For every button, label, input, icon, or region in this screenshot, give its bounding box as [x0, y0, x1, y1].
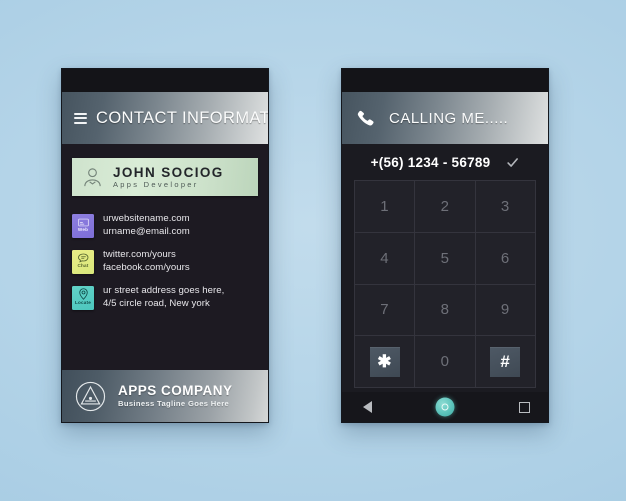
key-hash[interactable]: #	[475, 336, 535, 387]
key-label: 9	[500, 301, 510, 319]
locate-icon-caption: Locate	[74, 300, 91, 306]
dialed-number: +(56) 1234 - 56789	[370, 154, 491, 170]
home-circle-icon[interactable]	[435, 397, 455, 417]
key-1[interactable]: 1	[355, 181, 415, 232]
contact-line: 4/5 circle road, New york	[103, 297, 210, 309]
contact-line: facebook.com/yours	[103, 261, 190, 273]
hamburger-icon[interactable]	[74, 112, 87, 124]
key-0[interactable]: 0	[415, 336, 475, 387]
wallpaper: CONTACT INFORMATION JOHN SOCIOG Apps Dev…	[0, 0, 626, 501]
contact-role: Apps Developer	[113, 179, 199, 189]
apps-company-logo-icon	[74, 380, 107, 413]
number-display-bar: +(56) 1234 - 56789	[342, 144, 548, 180]
android-navigation-bar	[342, 392, 548, 422]
contact-name: JOHN SOCIOG	[113, 165, 224, 180]
dial-keypad: 1 2 3 4 5 6 7 8 9 ✱ 0 #	[354, 180, 536, 388]
app-footer: APPS COMPANY Business Tagline Goes Here	[62, 370, 268, 422]
call-header: CALLING ME.....	[342, 92, 548, 144]
person-avatar-icon	[81, 166, 104, 189]
key-2[interactable]: 2	[415, 181, 475, 232]
back-triangle-icon[interactable]	[360, 400, 374, 414]
web-icon-caption: Web	[77, 226, 89, 232]
key-label: 2	[440, 197, 450, 215]
web-icon[interactable]: Web	[72, 213, 94, 238]
key-label: 1	[380, 197, 390, 215]
contact-line: urname@email.com	[103, 225, 190, 237]
dialer-calling-screen: CALLING ME..... +(56) 1234 - 56789 1 2 3…	[341, 68, 549, 423]
locate-icon[interactable]: Locate	[72, 285, 94, 310]
contact-line: twitter.com/yours	[103, 249, 176, 260]
contact-list: Web urwebsitename.com urname@email.com C…	[72, 213, 258, 310]
contact-content: JOHN SOCIOG Apps Developer Web urwebsite…	[62, 144, 268, 370]
company-name: APPS COMPANY	[118, 383, 233, 399]
key-4[interactable]: 4	[355, 232, 415, 284]
list-item[interactable]: Web urwebsitename.com urname@email.com	[72, 213, 258, 238]
key-3[interactable]: 3	[475, 181, 535, 232]
phone-speaker-strip	[342, 69, 548, 92]
key-9[interactable]: 9	[475, 284, 535, 336]
phone-handset-icon	[356, 109, 375, 128]
call-status-title: CALLING ME.....	[389, 109, 509, 127]
phone-speaker-strip	[62, 69, 268, 92]
company-tagline: Business Tagline Goes Here	[118, 398, 230, 408]
contact-line: ur street address goes here,	[103, 285, 225, 296]
key-label: 8	[440, 301, 450, 319]
dialer-body: +(56) 1234 - 56789 1 2 3 4 5 6 7 8 9 ✱ 0…	[342, 144, 548, 422]
contact-line: urwebsitename.com	[103, 213, 190, 224]
key-label: 0	[440, 353, 450, 371]
key-8[interactable]: 8	[415, 284, 475, 336]
checkmark-icon[interactable]	[506, 156, 519, 169]
key-5[interactable]: 5	[415, 232, 475, 284]
key-label: 4	[380, 249, 390, 267]
page-title: CONTACT INFORMATION	[96, 108, 269, 127]
key-label: ✱	[377, 351, 393, 371]
list-item[interactable]: Chat twitter.com/yours facebook.com/your…	[72, 249, 258, 274]
list-item[interactable]: Locate ur street address goes here, 4/5 …	[72, 285, 258, 310]
key-label: #	[500, 351, 511, 371]
app-header: CONTACT INFORMATION	[62, 92, 268, 144]
key-label: 7	[380, 301, 390, 319]
key-6[interactable]: 6	[475, 232, 535, 284]
chat-icon[interactable]: Chat	[72, 249, 94, 274]
key-label: 6	[500, 249, 510, 267]
recents-square-icon[interactable]	[519, 401, 530, 413]
contact-information-screen: CONTACT INFORMATION JOHN SOCIOG Apps Dev…	[61, 68, 269, 423]
chat-icon-caption: Chat	[77, 263, 89, 269]
key-label: 5	[440, 249, 450, 267]
key-asterisk[interactable]: ✱	[355, 336, 415, 387]
contact-namecard[interactable]: JOHN SOCIOG Apps Developer	[72, 158, 258, 196]
key-label: 3	[500, 197, 510, 215]
key-7[interactable]: 7	[355, 284, 415, 336]
